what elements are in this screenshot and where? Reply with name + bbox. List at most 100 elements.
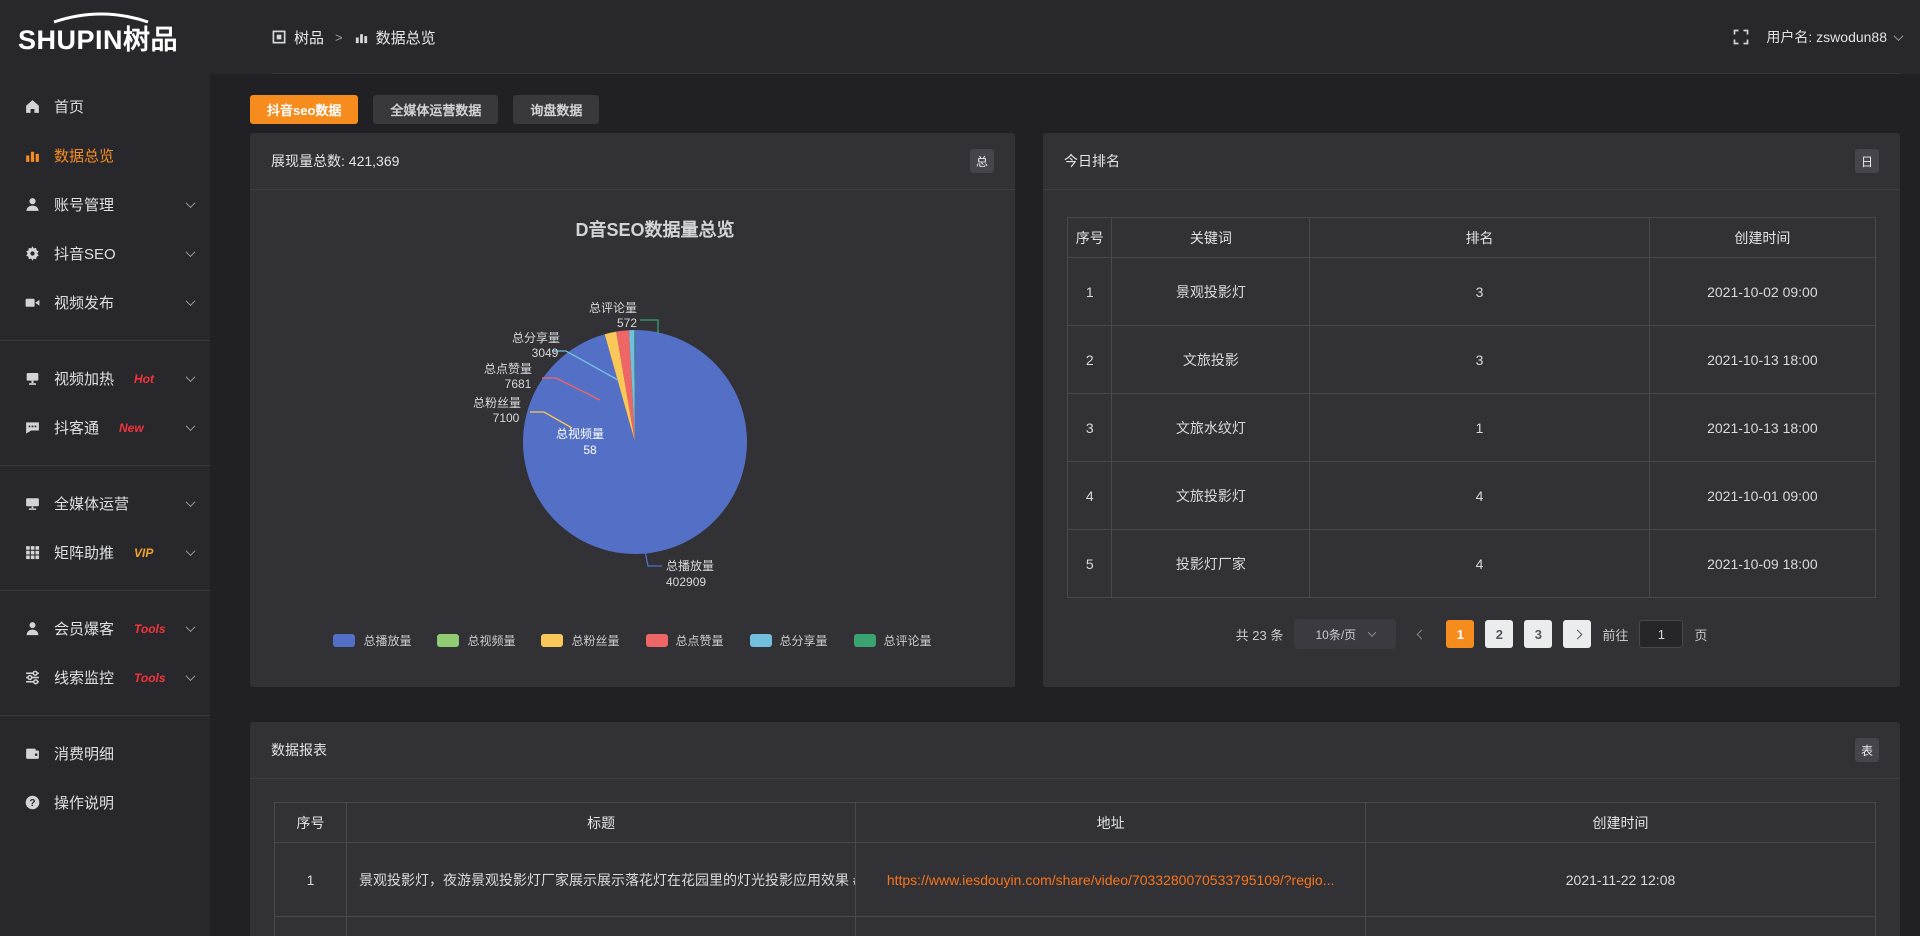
chevron-down-icon [186,622,196,632]
chevron-down-icon [186,421,196,431]
sidebar-item-data-overview[interactable]: 数据总览 [0,131,210,180]
chevron-down-icon [186,671,196,681]
legend-label: 总点赞量 [676,632,724,649]
tab-douyin-seo-data[interactable]: 抖音seo数据 [250,95,358,124]
header-right: 用户名: zswodun88 [1732,27,1920,47]
page-button-3[interactable]: 3 [1524,620,1552,648]
chat-bubble-icon [24,419,41,436]
sidebar-item-account[interactable]: 账号管理 [0,180,210,229]
sidebar-item-label: 矩阵助推 [54,542,114,563]
sidebar-item-video-publish[interactable]: 视频发布 [0,278,210,327]
sidebar-item-douketong[interactable]: 抖客通 New [0,403,210,452]
sidebar-item-label: 抖客通 [54,417,99,438]
page-size-select[interactable]: 10条/页 [1294,619,1396,649]
cell-index: 4 [1068,462,1112,530]
impressions-card-header: 展现量总数: 421,369 总 [250,133,1015,190]
bar-chart-icon [24,147,41,164]
cell-index: 1 [275,843,347,917]
sidebar-item-label: 线索监控 [54,667,114,688]
prev-page-button[interactable] [1407,620,1435,648]
sidebar-item-label: 会员爆客 [54,618,114,639]
total-badge-button[interactable]: 总 [970,149,994,173]
report-table: 序号 标题 地址 创建时间 1 景观投影灯，夜游景观投影灯厂家展示展示落花灯在花… [274,802,1876,936]
table-row: 1 景观投影灯，夜游景观投影灯厂家展示展示落花灯在花园里的灯光投影应用效果 # … [275,843,1876,917]
pie-value-likes: 7681 [505,377,532,391]
username-dropdown[interactable]: 用户名: zswodun88 [1766,27,1902,47]
legend-item-play[interactable]: 总播放量 [333,632,411,649]
goto-page-input[interactable]: 1 [1639,620,1683,648]
sidebar-item-home[interactable]: 首页 [0,82,210,131]
cell-keyword: 投影灯厂家 [1112,530,1310,598]
shupin-square-icon [272,30,287,45]
tools-badge: Tools [134,671,166,685]
breadcrumb-item-overview[interactable]: 数据总览 [354,27,436,48]
tab-media-operation-data[interactable]: 全媒体运营数据 [373,95,498,124]
legend-item-comments[interactable]: 总评论量 [854,632,932,649]
page-button-2[interactable]: 2 [1485,620,1513,648]
sidebar-item-matrix-boost[interactable]: 矩阵助推 VIP [0,528,210,577]
day-badge-button[interactable]: 日 [1855,149,1879,173]
breadcrumb-label: 数据总览 [376,27,436,48]
top-header: SHUPIN树品 树品 > 数据总览 [0,0,1920,74]
sidebar-item-label: 抖音SEO [54,243,116,264]
pie[interactable] [523,330,747,554]
page-button-1[interactable]: 1 [1446,620,1474,648]
logo: SHUPIN树品 [0,12,210,63]
svg-text:SHUPIN树品: SHUPIN树品 [18,25,178,55]
cell-created: 2021-10-13 18:00 [1649,326,1875,394]
sidebar-item-label: 全媒体运营 [54,493,129,514]
bar-chart-icon [354,30,369,45]
table-row: 2 文旅投影 3 2021-10-13 18:00 [1068,326,1876,394]
sidebar-item-label: 操作说明 [54,792,114,813]
impressions-card: 展现量总数: 421,369 总 D音SEO数据量总览 总评论量 57 [250,133,1015,687]
cell-rank: 4 [1310,530,1649,598]
breadcrumb: 树品 > 数据总览 [272,27,436,48]
sidebar-divider [0,340,210,341]
sidebar-item-consumption-detail[interactable]: 消费明细 [0,729,210,778]
sidebar-item-member-baoke[interactable]: 会员爆客 Tools [0,604,210,653]
pie-label-likes: 总点赞量 [484,362,532,376]
ranking-card-header: 今日排名 日 [1043,133,1900,190]
legend-label: 总视频量 [467,632,515,649]
sidebar-item-clue-monitor[interactable]: 线索监控 Tools [0,653,210,702]
pie-value-shares: 3049 [532,346,559,360]
chart-legend: 总播放量 总视频量 总粉丝量 总点赞量 [250,632,1015,649]
tools-badge: Tools [134,622,166,636]
sidebar-item-douyin-seo[interactable]: 抖音SEO [0,229,210,278]
table-badge-button[interactable]: 表 [1855,738,1879,762]
tab-inquiry-data[interactable]: 询盘数据 [513,95,599,124]
legend-label: 总评论量 [884,632,932,649]
chart-title: D音SEO数据量总览 [575,219,734,240]
page-unit-label: 页 [1694,625,1707,644]
legend-item-shares[interactable]: 总分享量 [750,632,828,649]
cell-url [856,917,1366,936]
chevron-down-icon [186,546,196,556]
breadcrumb-item-shupin[interactable]: 树品 [272,27,324,48]
table-header-row: 序号 关键词 排名 创建时间 [1068,218,1876,258]
sidebar-item-help[interactable]: ? 操作说明 [0,778,210,827]
data-report-card: 数据报表 表 序号 标题 地址 创建时间 1 景观投影灯，夜游景观投影灯厂家展示… [250,722,1900,936]
report-card-header: 数据报表 表 [250,722,1900,779]
sidebar-item-video-heat[interactable]: 视频加热 Hot [0,354,210,403]
next-page-button[interactable] [1563,620,1591,648]
sidebar-item-media-operation[interactable]: 全媒体运营 [0,479,210,528]
app: SHUPIN树品 树品 > 数据总览 [0,0,1920,936]
fullscreen-icon[interactable] [1732,28,1750,46]
video-link[interactable]: https://www.iesdouyin.com/share/video/70… [887,872,1335,888]
table-row: 1 景观投影灯 3 2021-10-02 09:00 [1068,258,1876,326]
legend-item-fans[interactable]: 总粉丝量 [541,632,619,649]
legend-item-video[interactable]: 总视频量 [437,632,515,649]
legend-label: 总分享量 [780,632,828,649]
header-divider [272,73,1900,74]
col-index: 序号 [1068,218,1112,258]
sidebar-item-label: 首页 [54,96,84,117]
chevron-down-icon [186,372,196,382]
ranking-table-wrap: 序号 关键词 排名 创建时间 1 景观投影灯 3 2021-10-02 09:0… [1043,190,1900,649]
home-icon [24,98,41,115]
cell-rank: 1 [1310,394,1649,462]
cell-created [1366,917,1876,936]
ranking-card-title: 今日排名 [1064,151,1120,171]
breadcrumb-separator: > [335,30,343,45]
video-camera-icon [24,294,41,311]
legend-item-likes[interactable]: 总点赞量 [646,632,724,649]
